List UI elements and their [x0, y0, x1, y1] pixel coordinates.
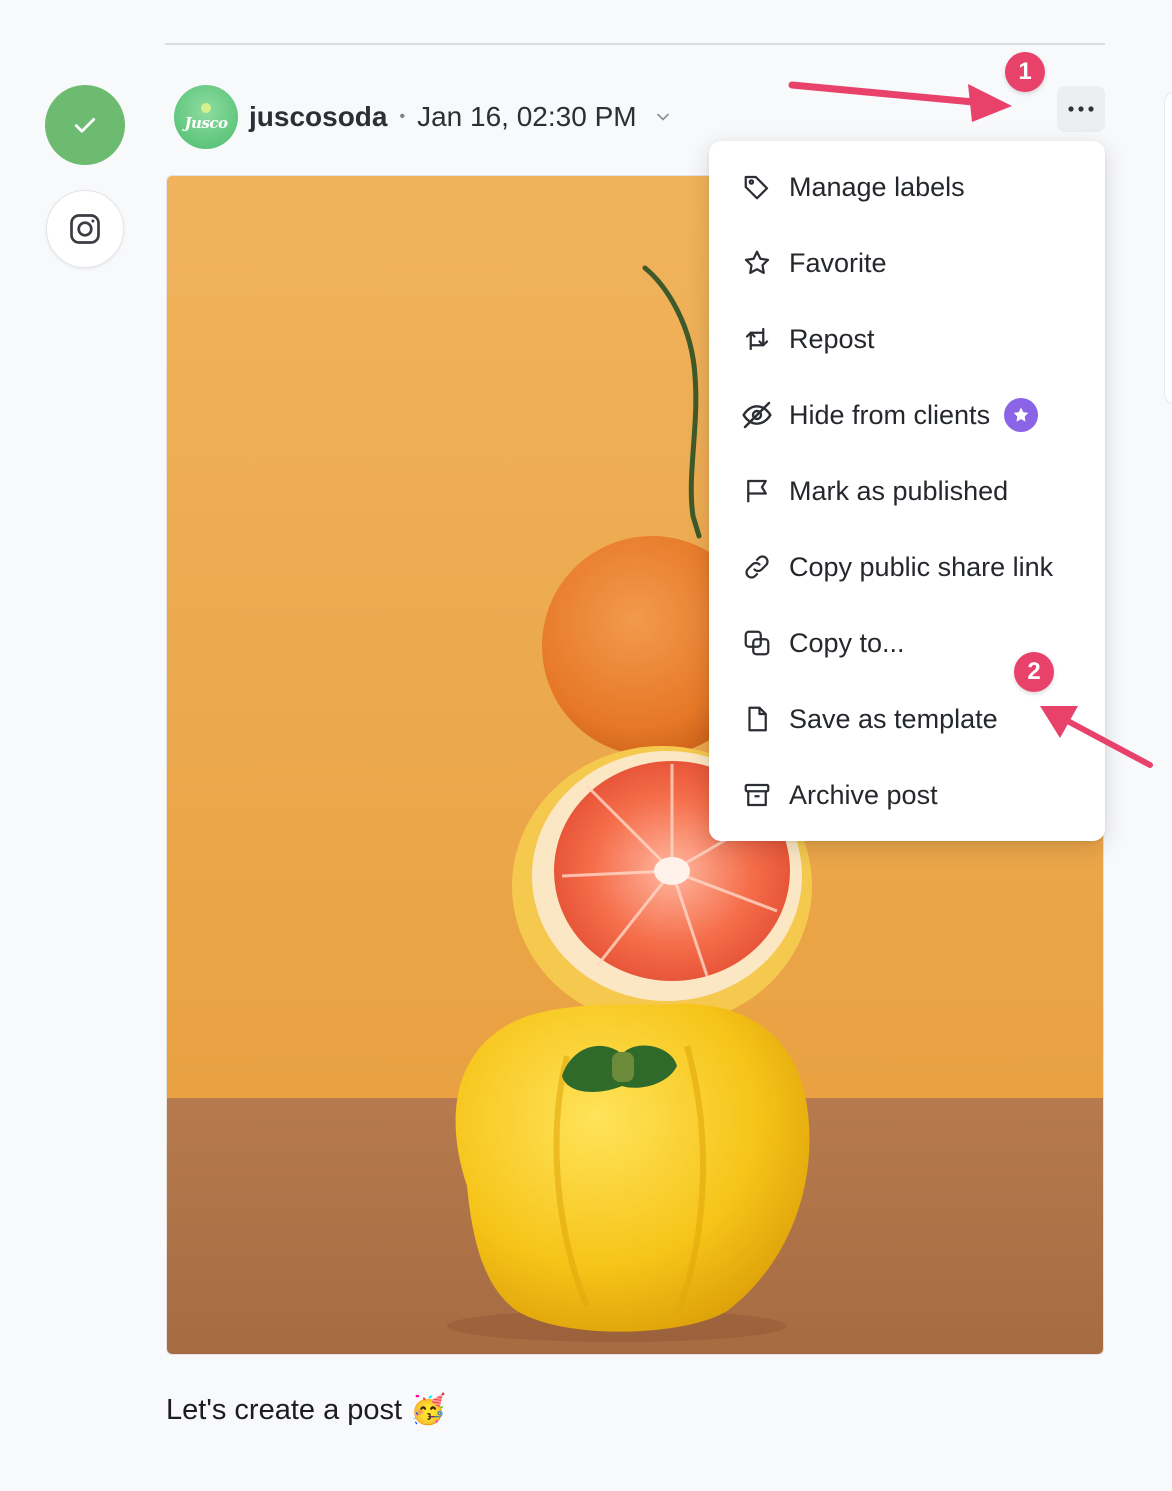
chevron-down-icon[interactable]: [653, 107, 673, 127]
avatar-text: Jusco: [184, 113, 228, 132]
check-icon: [74, 118, 96, 133]
annotation-arrow-1: [788, 81, 1012, 122]
menu-item-label: Copy to...: [789, 627, 905, 658]
top-divider: [165, 43, 1105, 45]
step-2-badge: 2: [1014, 652, 1054, 692]
menu-item-manage-labels[interactable]: Manage labels: [709, 149, 1105, 225]
post-header: Jusco juscosoda • Jan 16, 02:30 PM: [174, 85, 673, 149]
caption-emoji: 🥳: [410, 1394, 447, 1426]
link-icon: [740, 550, 774, 584]
caption-text: Let's create a post: [166, 1393, 403, 1426]
menu-item-label: Archive post: [789, 779, 938, 810]
menu-item-label: Copy public share link: [789, 551, 1054, 582]
menu-item-label: Mark as published: [789, 475, 1009, 506]
menu-item-copy-public-share-link[interactable]: Copy public share link: [709, 529, 1105, 605]
menu-item-archive-post[interactable]: Archive post: [709, 757, 1105, 833]
eye-off-icon: [740, 398, 774, 432]
post-datetime[interactable]: Jan 16, 02:30 PM: [417, 101, 636, 133]
instagram-channel-button[interactable]: [46, 190, 124, 268]
menu-item-repost[interactable]: Repost: [709, 301, 1105, 377]
tag-icon: [740, 170, 774, 204]
post-caption[interactable]: Let's create a post 🥳: [166, 1393, 446, 1427]
archive-icon: [740, 778, 774, 812]
approved-status-button[interactable]: [45, 85, 125, 165]
ellipsis-icon: [1068, 106, 1094, 112]
menu-item-save-as-template[interactable]: Save as template: [709, 681, 1105, 757]
repost-icon: [740, 322, 774, 356]
pro-star-badge: [1004, 398, 1039, 432]
copy-icon: [740, 626, 774, 660]
separator-dot: •: [399, 108, 406, 125]
avatar[interactable]: Jusco: [174, 85, 238, 149]
side-panel-edge: [1164, 92, 1172, 404]
instagram-icon: [70, 214, 100, 244]
menu-item-label: Manage labels: [789, 171, 965, 202]
avatar-logo-dot: [201, 102, 211, 113]
flag-icon: [740, 474, 774, 508]
file-icon: [740, 702, 774, 736]
step-1-badge: 1: [1005, 52, 1045, 92]
star-icon: [740, 246, 774, 280]
more-options-button[interactable]: [1057, 86, 1105, 132]
menu-item-label: Save as template: [789, 703, 998, 734]
menu-item-label: Favorite: [789, 247, 887, 278]
menu-item-label: Hide from clients: [789, 399, 991, 430]
menu-item-favorite[interactable]: Favorite: [709, 225, 1105, 301]
post-options-menu: Manage labels Favorite Repost Hide from …: [709, 141, 1105, 841]
menu-item-hide-from-clients[interactable]: Hide from clients: [709, 377, 1105, 453]
username[interactable]: juscosoda: [249, 101, 387, 133]
page: Jusco juscosoda • Jan 16, 02:30 PM Let's…: [0, 0, 1172, 1491]
menu-item-mark-as-published[interactable]: Mark as published: [709, 453, 1105, 529]
menu-item-label: Repost: [789, 323, 875, 354]
